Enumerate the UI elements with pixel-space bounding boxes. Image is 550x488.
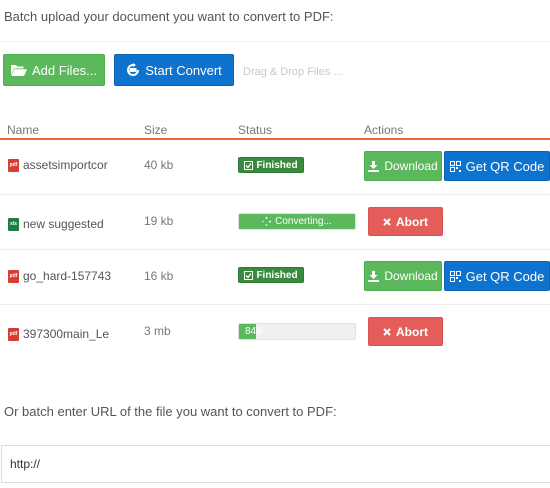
progress-bar: 848 <box>238 323 356 340</box>
check-square-icon <box>244 270 254 280</box>
pdf-file-icon: pdf <box>8 327 19 341</box>
abort-label: Abort <box>396 324 428 339</box>
file-name: new suggested <box>23 217 104 231</box>
download-icon <box>368 270 380 282</box>
progress-text: 848 <box>239 324 355 339</box>
abort-button[interactable]: Abort <box>368 317 443 346</box>
file-size: 3 mb <box>144 324 171 338</box>
abort-button[interactable]: Abort <box>368 207 443 236</box>
progress-text: Converting... <box>239 214 355 229</box>
download-label: Download <box>384 269 438 283</box>
file-name-cell: pdf 397300main_Le <box>8 327 112 341</box>
upload-intro-text: Batch upload your document you want to c… <box>4 9 334 24</box>
drag-drop-zone[interactable]: Drag & Drop Files ... <box>243 66 343 78</box>
times-icon <box>383 217 391 226</box>
row-divider <box>0 194 550 195</box>
start-convert-label: Start Convert <box>145 62 222 78</box>
url-section-label: Or batch enter URL of the file you want … <box>4 404 337 419</box>
add-files-label: Add Files... <box>31 62 98 78</box>
file-name-cell: pdf go_hard-157743 <box>8 269 112 283</box>
spinner-icon <box>262 217 272 226</box>
refresh-icon <box>126 63 140 77</box>
add-files-button[interactable]: Add Files... <box>3 54 105 86</box>
row-divider <box>0 304 550 305</box>
status-text: Converting... <box>275 216 332 227</box>
get-qr-code-button[interactable]: Get QR Code <box>444 261 550 291</box>
file-name: assetsimportcor <box>23 158 108 172</box>
column-header-size: Size <box>144 123 168 137</box>
download-label: Download <box>384 159 438 173</box>
file-name-cell: xls new suggested <box>8 217 112 231</box>
abort-label: Abort <box>396 214 428 229</box>
start-convert-button[interactable]: Start Convert <box>114 54 234 86</box>
excel-file-icon: xls <box>8 217 19 231</box>
status-badge: Finished <box>238 267 304 283</box>
qrcode-icon <box>449 160 461 172</box>
check-square-icon <box>244 160 254 170</box>
pdf-file-icon: pdf <box>8 158 19 172</box>
status-text: Finished <box>256 159 298 171</box>
file-size: 19 kb <box>144 214 174 228</box>
file-name-cell: pdf assetsimportcor <box>8 158 112 172</box>
progress-bar: Converting... <box>238 213 356 230</box>
column-header-status: Status <box>238 123 273 137</box>
file-name: 397300main_Le <box>23 327 110 341</box>
column-header-name: Name <box>7 123 40 137</box>
download-button[interactable]: Download <box>364 261 442 291</box>
folder-open-icon <box>10 64 27 77</box>
download-icon <box>368 160 380 172</box>
status-text: 848 <box>245 326 262 337</box>
column-header-actions: Actions <box>364 123 404 137</box>
status-badge: Finished <box>238 157 304 173</box>
qrcode-icon <box>449 270 461 282</box>
file-size: 40 kb <box>144 158 174 172</box>
pdf-file-icon: pdf <box>8 269 19 283</box>
status-text: Finished <box>256 269 298 281</box>
get-qr-code-button[interactable]: Get QR Code <box>444 151 550 181</box>
download-button[interactable]: Download <box>364 151 442 181</box>
url-input[interactable] <box>1 445 550 483</box>
divider <box>0 41 550 42</box>
qr-label: Get QR Code <box>465 268 545 284</box>
file-name: go_hard-157743 <box>23 269 112 283</box>
table-header-divider <box>0 138 550 140</box>
times-icon <box>383 327 391 336</box>
row-divider <box>0 249 550 250</box>
file-size: 16 kb <box>144 269 174 283</box>
qr-label: Get QR Code <box>465 158 545 174</box>
